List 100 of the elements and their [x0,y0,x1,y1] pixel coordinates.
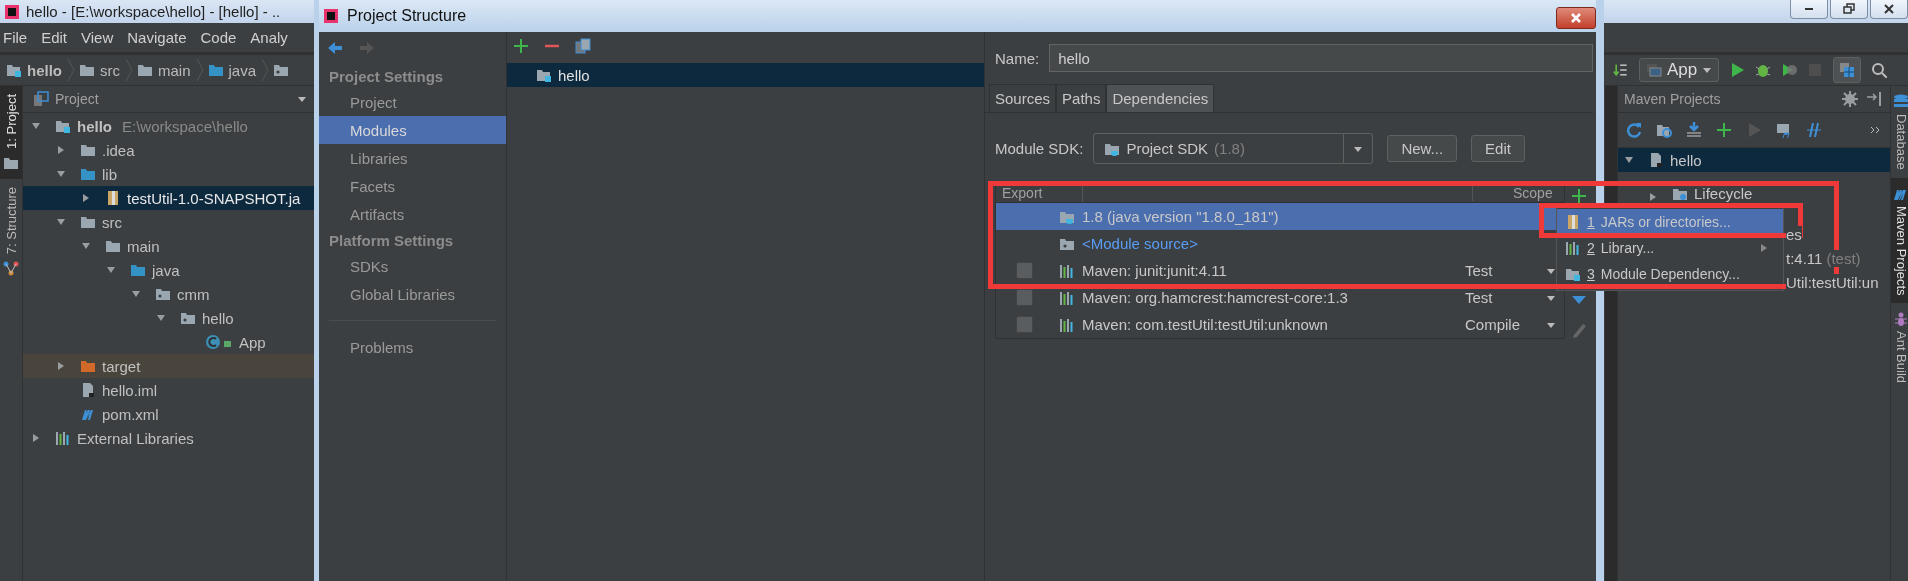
search-icon[interactable] [1871,62,1888,78]
breadcrumb-item[interactable]: hello [27,61,62,79]
minimize-button[interactable] [1790,0,1828,19]
menu-item[interactable]: View [81,29,114,46]
menu-item-label: Library... [1600,240,1655,256]
add-icon[interactable] [513,38,529,54]
toggle-icon[interactable] [1806,122,1822,138]
tool-window-tab[interactable]: Database [1893,114,1908,170]
export-checkbox[interactable] [1016,289,1033,306]
breadcrumb-item[interactable]: src [100,61,120,79]
close-button[interactable] [1870,0,1908,19]
breadcrumb-item[interactable]: java [228,61,257,79]
tree-row[interactable]: External Libraries [23,426,315,450]
maven-goal-icon[interactable] [1776,122,1792,138]
run-config-dropdown[interactable]: App [1639,58,1720,82]
scope-value[interactable]: Test [1465,289,1539,306]
nav-item[interactable]: Modules [319,116,506,144]
class-icon [205,334,233,350]
tab[interactable]: Sources [989,84,1057,112]
tree-row[interactable]: pom.xml [23,402,315,426]
expand-arrow-icon[interactable] [81,193,91,203]
restore-button[interactable] [1830,0,1868,19]
binary-icon[interactable] [1613,62,1629,78]
tree-item-label: testUtil-1.0-SNAPSHOT.ja [127,189,301,207]
nav-item[interactable]: SDKs [319,252,506,280]
expand-arrow-icon[interactable] [31,433,41,443]
tab[interactable]: Dependencies [1106,84,1215,112]
collapse-arrow-icon[interactable] [1624,155,1634,165]
nav-item[interactable]: Libraries [319,144,506,172]
menu-item[interactable]: Edit [41,29,68,46]
coverage-icon[interactable] [1781,62,1798,78]
nav-item[interactable]: Global Libraries [319,280,506,308]
sdk-version: (1.8) [1214,140,1245,157]
tree-row[interactable]: testUtil-1.0-SNAPSHOT.ja [23,186,315,210]
tree-item-label: App [239,333,266,351]
collapse-arrow-icon[interactable] [56,217,66,227]
menu-item[interactable]: File [3,29,28,46]
tree-row[interactable]: .idea [23,138,315,162]
menu-item[interactable]: 1 JARs or directories... [1557,209,1783,235]
tree-row[interactable]: cmm [23,282,315,306]
collapse-arrow-icon[interactable] [156,313,166,323]
section-heading: Project Settings [328,66,445,87]
download-icon[interactable] [1686,122,1702,138]
menu-item[interactable]: Code [200,29,237,46]
nav-item[interactable]: Artifacts [319,200,506,228]
tree-row[interactable]: App [23,330,315,354]
collapse-arrow-icon[interactable] [56,169,66,179]
menu-item[interactable]: Analy [250,29,288,46]
add-icon[interactable] [1571,188,1587,204]
export-checkbox[interactable] [1016,316,1033,333]
tree-row[interactable]: hello.iml [23,378,315,402]
folder-refresh-icon[interactable] [1656,122,1672,138]
field-label: Name: [995,49,1040,67]
tool-window-tab[interactable]: 7: Structure [3,186,19,255]
close-button[interactable] [1556,7,1596,29]
hide-panel-icon[interactable] [1866,91,1882,107]
scope-value[interactable]: Compile [1465,316,1539,333]
dialog-button[interactable]: New... [1387,135,1458,162]
dialog-button[interactable]: Edit [1471,135,1525,162]
tree-row[interactable]: hello [23,306,315,330]
collapse-arrow-icon[interactable] [131,289,141,299]
expand-arrow-icon[interactable] [56,361,66,371]
tree-row[interactable]: src [23,210,315,234]
collapse-arrow-icon[interactable] [81,241,91,251]
back-arrow-icon[interactable] [327,40,343,56]
scope-value[interactable]: Test [1465,262,1539,279]
column-header: Scope [1472,184,1564,201]
sdk-dropdown[interactable]: Project SDK (1.8) [1093,133,1374,164]
dependency-row[interactable]: Maven: org.hamcrest:hamcrest-core:1.3 Test [996,284,1564,311]
run-icon[interactable] [1729,62,1746,78]
menu-item[interactable]: Navigate [127,29,187,46]
gear-icon[interactable] [1842,91,1858,107]
dependency-row[interactable]: Maven: com.testUtil:testUtil:unknown Compile [996,311,1564,338]
copy-icon[interactable] [575,38,591,54]
tree-row[interactable]: Lifecycle [1618,172,1890,204]
name-field[interactable]: hello [1049,44,1593,72]
expand-arrow-icon[interactable] [1648,192,1658,202]
add-icon[interactable] [1716,122,1732,138]
refresh-icon[interactable] [1626,122,1642,138]
tree-row[interactable]: hello [1618,148,1890,172]
nav-item[interactable]: Project [319,88,506,116]
nav-item[interactable]: Facets [319,172,506,200]
module-row[interactable]: hello [507,63,984,87]
tree-row[interactable]: lib [23,162,315,186]
breadcrumb-item[interactable]: main [158,61,191,79]
nav-item[interactable]: Problems [319,333,506,361]
collapse-arrow-icon[interactable] [106,265,116,275]
tree-row[interactable]: main [23,234,315,258]
tool-window-tab[interactable]: Ant Build [1893,331,1908,384]
expand-arrow-icon[interactable] [56,145,66,155]
tree-row[interactable]: java [23,258,315,282]
tree-row[interactable]: hello E:\workspace\hello [23,114,315,138]
caret-icon[interactable] [297,94,307,104]
tab[interactable]: Paths [1056,84,1107,112]
tree-row[interactable]: target [23,354,315,378]
bug-icon[interactable] [1755,62,1772,78]
collapse-arrow-icon[interactable] [31,121,41,131]
project-structure-button[interactable] [1833,57,1862,83]
export-checkbox[interactable] [1016,262,1033,279]
more-icon[interactable] [1870,125,1882,135]
